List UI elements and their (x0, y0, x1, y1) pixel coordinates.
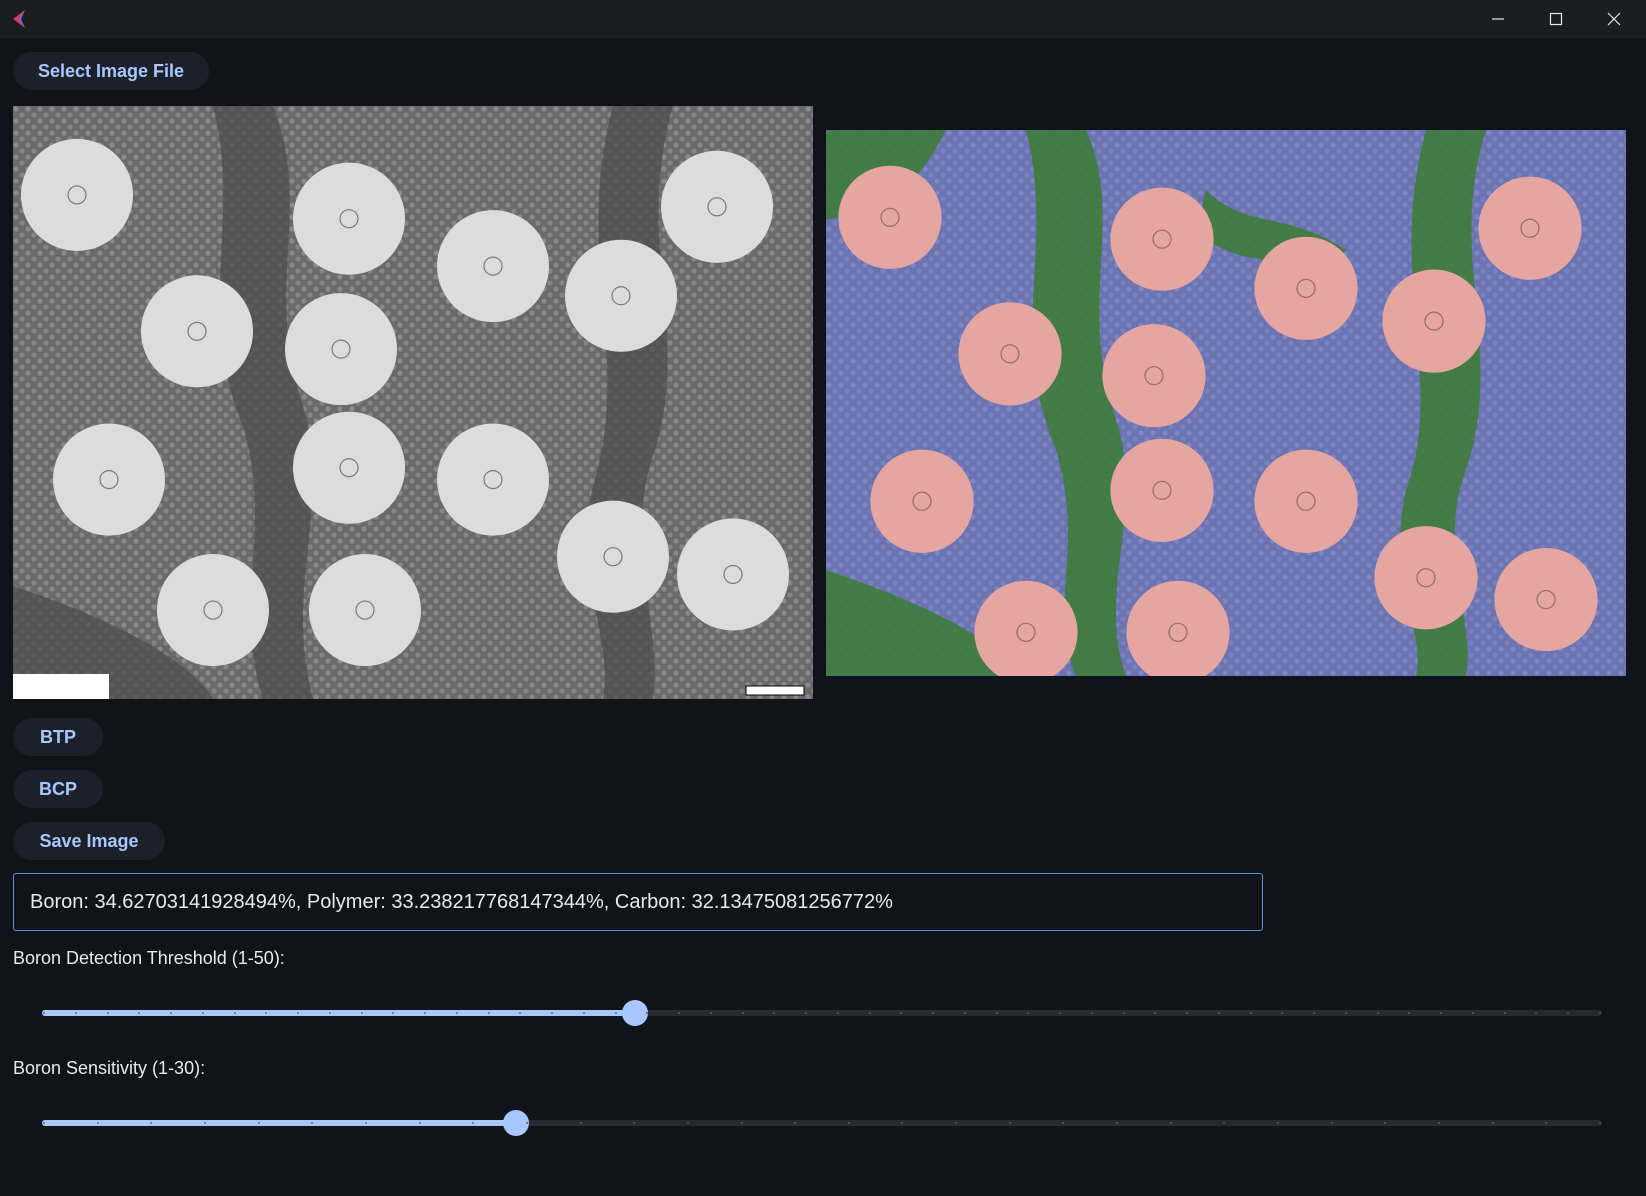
boron-fiber (556, 500, 670, 613)
minimize-icon (1492, 18, 1504, 20)
save-image-button[interactable]: Save Image (13, 822, 165, 860)
boron-fiber (1102, 324, 1206, 428)
slider-tick (1249, 1012, 1252, 1014)
slider-tick (1344, 1012, 1347, 1014)
minimize-button[interactable] (1470, 0, 1526, 38)
boron-fiber (660, 150, 774, 263)
bcp-button[interactable]: BCP (13, 770, 103, 808)
slider-tick (418, 1122, 421, 1124)
slider-tick (1217, 1012, 1220, 1014)
slider-tick (257, 1122, 260, 1124)
slider-tick (740, 1122, 743, 1124)
boron-fiber (838, 165, 942, 269)
slider-tick (1438, 1122, 1441, 1124)
slider-tick (1090, 1012, 1093, 1014)
boron-fiber (1374, 526, 1478, 630)
boron-fiber (156, 554, 270, 667)
slider-thumb[interactable] (621, 1000, 648, 1026)
scale-bar (745, 685, 805, 696)
slider-tick (364, 1122, 367, 1124)
boron-fiber (308, 554, 422, 667)
slider-tick (1471, 1012, 1474, 1014)
boron-fiber (292, 411, 406, 524)
boron-fiber (958, 302, 1062, 406)
boron-fiber (1110, 438, 1214, 542)
composition-result-text: Boron: 34.62703141928494%, Polymer: 33.2… (30, 890, 893, 913)
slider-tick (525, 1122, 528, 1124)
slider-fill (42, 1120, 517, 1126)
slider-tick (1503, 1012, 1506, 1014)
slider-tick (1599, 1012, 1601, 1014)
boron-fiber (870, 449, 974, 553)
slider-tick (43, 1012, 45, 1014)
close-icon (1607, 12, 1621, 26)
boron-fiber (1110, 187, 1214, 291)
maximize-icon (1549, 12, 1563, 26)
slider-tick (614, 1012, 617, 1014)
segmented-micrograph (826, 130, 1626, 676)
slider-tick (1169, 1122, 1172, 1124)
slider-tick (203, 1122, 206, 1124)
original-micrograph (13, 106, 813, 699)
slider-tick (360, 1012, 363, 1014)
boron-fiber (564, 239, 678, 352)
slider-tick (741, 1012, 744, 1014)
boron-detection-threshold-slider[interactable] (42, 999, 1602, 1027)
boron-fiber (436, 210, 550, 323)
boron-fiber (284, 293, 398, 406)
slider-tick (995, 1012, 998, 1014)
close-button[interactable] (1586, 0, 1642, 38)
slider-tick (847, 1122, 850, 1124)
btp-button[interactable]: BTP (13, 718, 103, 756)
boron-fiber (1254, 449, 1358, 553)
slider-fill (42, 1010, 635, 1016)
original-image-view (13, 106, 813, 699)
slider-tick (1376, 1012, 1379, 1014)
composition-result-field[interactable]: Boron: 34.62703141928494%, Polymer: 33.2… (13, 873, 1263, 931)
slider-tick (1330, 1122, 1333, 1124)
slider-tick (1122, 1012, 1125, 1014)
sensitivity-label: Boron Sensitivity (1-30): (13, 1058, 206, 1078)
slider-tick (1491, 1122, 1494, 1124)
slider-tick (233, 1012, 236, 1014)
slider-tick (709, 1012, 712, 1014)
slider-tick (582, 1012, 585, 1014)
boron-fiber (1382, 269, 1486, 373)
slider-tick (297, 1012, 300, 1014)
boron-fiber (1478, 176, 1582, 280)
image-info-label (13, 674, 109, 699)
slider-tick (868, 1012, 871, 1014)
boron-fiber (292, 162, 406, 275)
slider-tick (686, 1122, 689, 1124)
boron-sensitivity-slider[interactable] (42, 1109, 1602, 1137)
slider-tick (1599, 1122, 1601, 1124)
slider-tick (1008, 1122, 1011, 1124)
slider-tick (170, 1012, 173, 1014)
slider-tick (106, 1012, 109, 1014)
slider-tick (328, 1012, 331, 1014)
slider-tick (836, 1012, 839, 1014)
boron-fiber (52, 423, 166, 536)
slider-tick (579, 1122, 582, 1124)
slider-tick (487, 1012, 490, 1014)
boron-fiber (140, 275, 254, 388)
slider-tick (455, 1012, 458, 1014)
slider-tick (74, 1012, 77, 1014)
boron-fiber (20, 138, 134, 251)
boron-fiber (676, 518, 790, 631)
boron-fiber (1494, 547, 1598, 652)
maximize-button[interactable] (1528, 0, 1584, 38)
slider-tick (43, 1122, 45, 1124)
title-bar (0, 0, 1646, 38)
slider-tick (96, 1122, 99, 1124)
slider-tick (201, 1012, 204, 1014)
app-icon (13, 10, 25, 28)
segmented-image-view (826, 130, 1626, 676)
select-image-file-button[interactable]: Select Image File (13, 52, 209, 90)
boron-fiber (1254, 236, 1358, 340)
threshold-label: Boron Detection Threshold (1-50): (13, 948, 285, 968)
slider-tick (963, 1012, 966, 1014)
boron-fiber (436, 423, 550, 536)
